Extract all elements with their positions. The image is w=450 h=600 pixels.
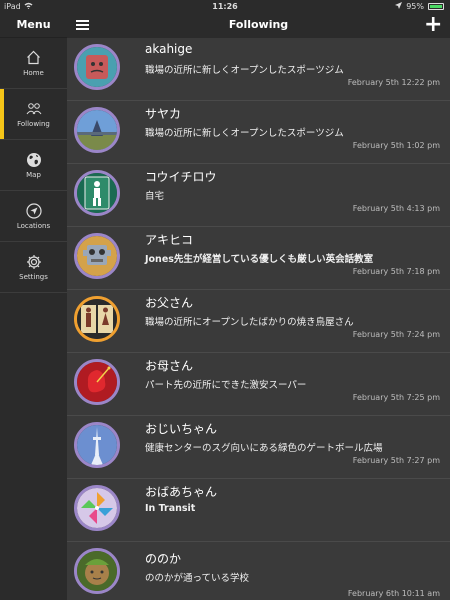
page-title: Following (228, 18, 289, 31)
avatar (74, 296, 120, 342)
person-name: お父さん (145, 296, 194, 310)
list-item[interactable]: おばあちゃん In Transit (67, 479, 450, 542)
timestamp: February 5th 12:22 pm (347, 78, 440, 87)
person-name: akahige (145, 42, 193, 56)
sidebar-item-map[interactable]: Map (0, 140, 67, 191)
people-icon (26, 101, 42, 117)
person-name: コウイチロウ (145, 170, 217, 184)
person-name: ののか (145, 552, 182, 566)
battery-percent: 95% (406, 2, 424, 11)
list-item[interactable]: お父さん 職場の近所にオープンしたばかりの焼き鳥屋さん February 5th… (67, 290, 450, 353)
sidebar-item-label: Following (17, 119, 50, 128)
sidebar-item-label: Home (23, 68, 44, 77)
avatar (74, 170, 120, 216)
list-item[interactable]: サヤカ 職場の近所に新しくオープンしたスポーツジム February 5th 1… (67, 101, 450, 164)
avatar (74, 548, 120, 594)
timestamp: February 5th 7:27 pm (352, 456, 440, 465)
location-name: 職場の近所に新しくオープンしたスポーツジム (145, 128, 344, 139)
avatar (74, 485, 120, 531)
list-item[interactable]: お母さん パート先の近所にできた激安スーパー February 5th 7:25… (67, 353, 450, 416)
status-time: 11:26 (212, 2, 238, 11)
location-name: 自宅 (145, 191, 165, 202)
battery-icon (428, 3, 444, 10)
sidebar-item-home[interactable]: Home (0, 38, 67, 89)
top-bar: Following + (67, 13, 450, 38)
menu-title: Menu (0, 13, 67, 38)
avatar (74, 359, 120, 405)
following-list: akahige 職場の近所に新しくオープンしたスポーツジム February 5… (67, 38, 450, 600)
sidebar: Menu Home Following Map Locations Settin… (0, 13, 67, 600)
person-name: お母さん (145, 359, 194, 373)
sidebar-item-label: Settings (19, 272, 48, 281)
location-name: パート先の近所にできた激安スーパー (145, 380, 307, 391)
sidebar-item-settings[interactable]: Settings (0, 242, 67, 293)
list-item[interactable]: おじいちゃん 健康センターのスグ向いにある緑色のゲートボール広場 Februar… (67, 416, 450, 479)
timestamp: February 6th 10:11 am (347, 589, 440, 598)
list-item[interactable]: akahige 職場の近所に新しくオープンしたスポーツジム February 5… (67, 38, 450, 101)
sidebar-item-label: Locations (16, 221, 51, 230)
status-bar: iPad 11:26 95% (0, 0, 450, 13)
timestamp: February 5th 7:25 pm (352, 393, 440, 402)
app: iPad 11:26 95% Menu Home Following Map L… (0, 0, 450, 600)
avatar (74, 422, 120, 468)
globe-icon (26, 152, 42, 168)
timestamp: February 5th 1:02 pm (352, 141, 440, 150)
person-name: サヤカ (145, 107, 182, 121)
avatar (74, 233, 120, 279)
sidebar-item-following[interactable]: Following (0, 89, 67, 140)
location-name: 職場の近所に新しくオープンしたスポーツジム (145, 65, 344, 76)
location-name: In Transit (145, 503, 196, 514)
location-name: Jones先生が経営している優しくも厳しい英会話教室 (145, 254, 374, 265)
location-name: 健康センターのスグ向いにある緑色のゲートボール広場 (145, 443, 383, 454)
timestamp: February 5th 7:24 pm (352, 330, 440, 339)
gear-icon (26, 254, 42, 270)
list-item[interactable]: ののか ののかが通っている学校 February 6th 10:11 am (67, 542, 450, 600)
list-item[interactable]: アキヒコ Jones先生が経営している優しくも厳しい英会話教室 February… (67, 227, 450, 290)
person-name: おばあちゃん (145, 485, 218, 499)
location-name: 職場の近所にオープンしたばかりの焼き鳥屋さん (145, 317, 354, 328)
location-name: ののかが通っている学校 (145, 573, 250, 584)
add-button[interactable]: + (424, 13, 442, 37)
avatar (74, 44, 120, 90)
sidebar-item-locations[interactable]: Locations (0, 191, 67, 242)
sidebar-item-label: Map (26, 170, 41, 179)
timestamp: February 5th 7:18 pm (352, 267, 440, 276)
location-arrow-icon (25, 202, 42, 219)
status-right: 95% (395, 2, 444, 11)
person-name: アキヒコ (145, 233, 194, 247)
list-item[interactable]: コウイチロウ 自宅 February 5th 4:13 pm (67, 164, 450, 227)
home-icon (26, 50, 42, 66)
avatar (74, 107, 120, 153)
timestamp: February 5th 4:13 pm (352, 204, 440, 213)
person-name: おじいちゃん (145, 422, 218, 436)
location-services-icon (395, 2, 403, 11)
